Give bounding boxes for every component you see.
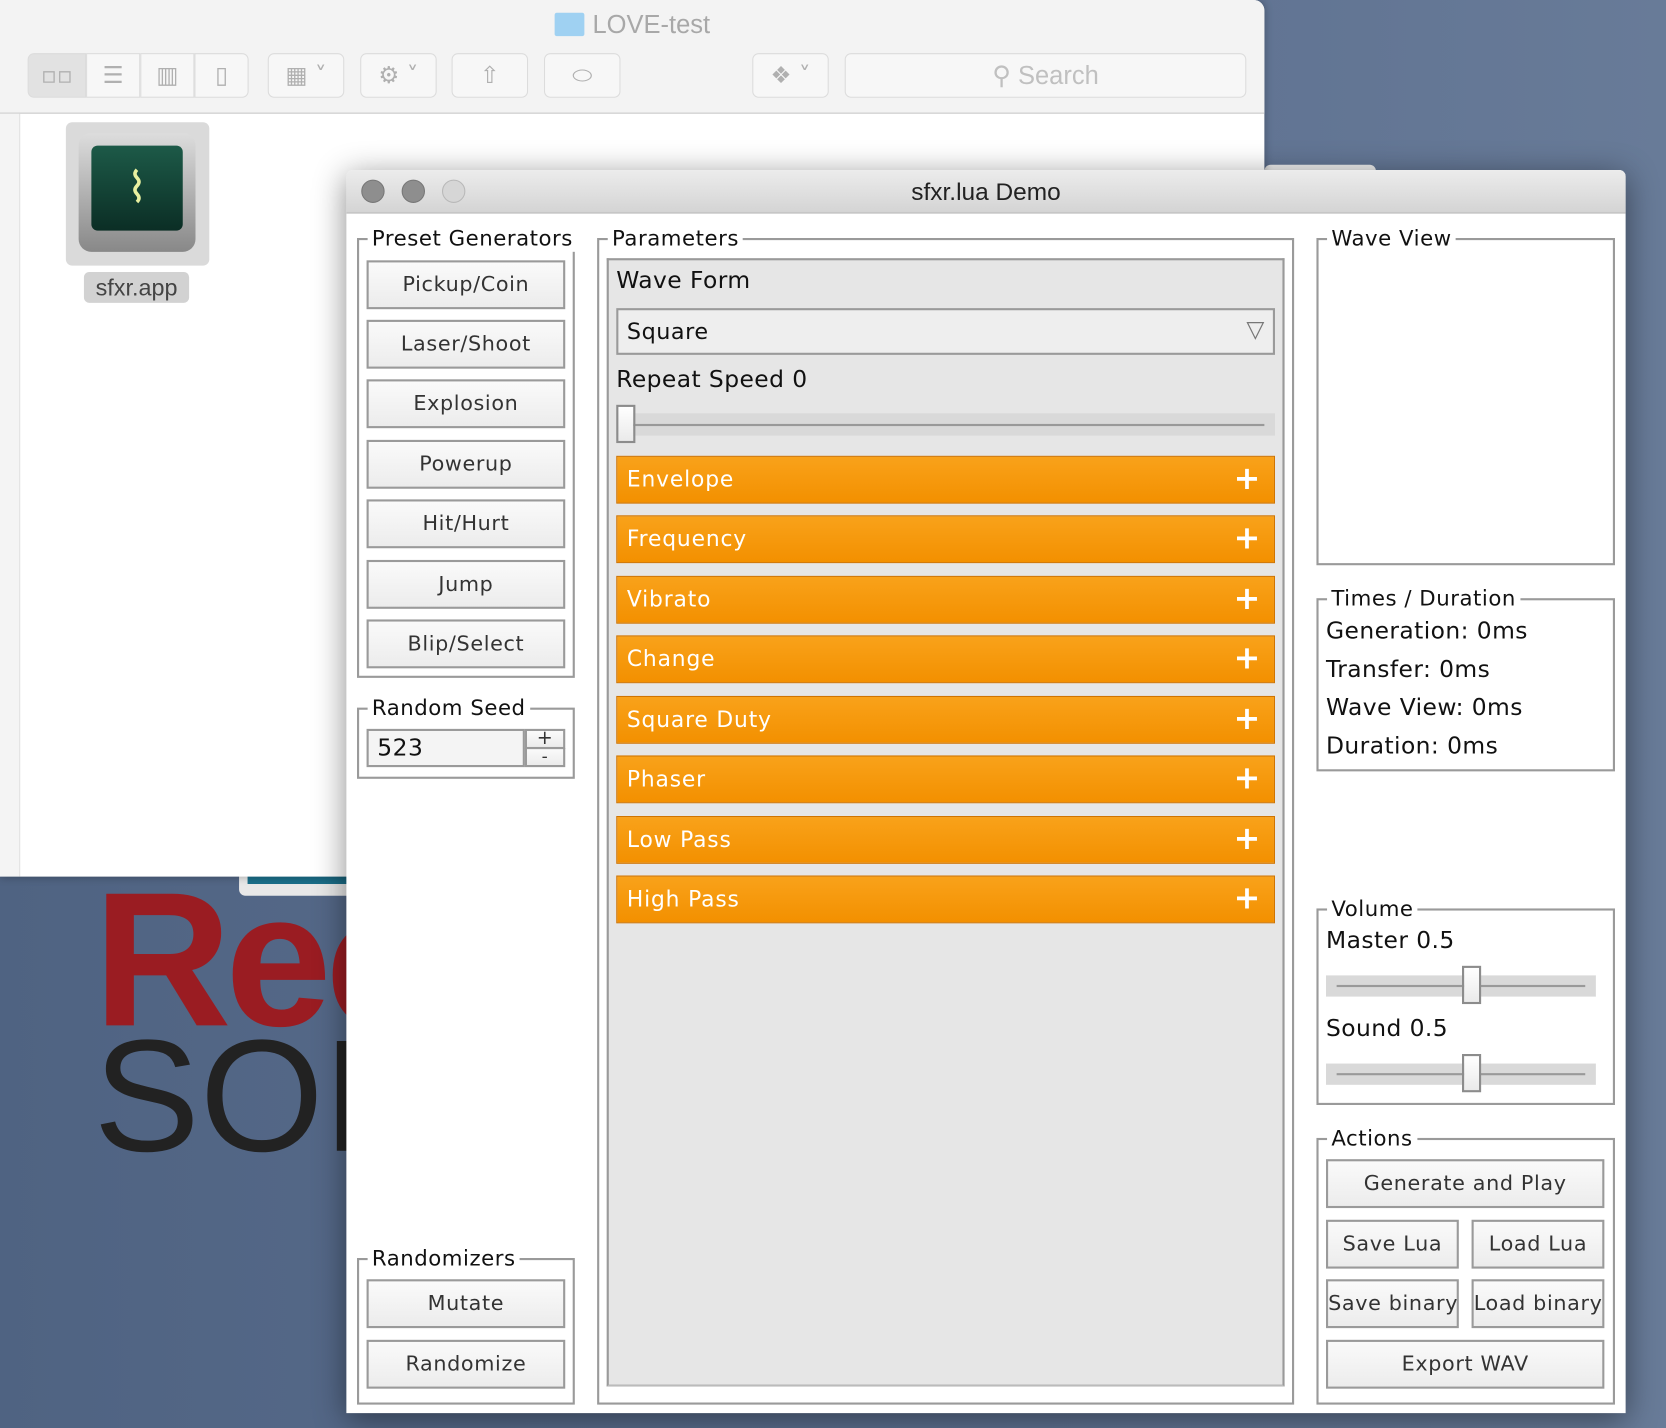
section-high-pass[interactable]: High Pass + bbox=[616, 875, 1275, 924]
group-legend: Actions bbox=[1327, 1124, 1417, 1152]
slider-track-line bbox=[626, 423, 1265, 426]
desktop: Rec SOF LOVE-test ▫▫ ☰ ▥ ▯ ▦ ˅ ⚙ ˅ ⇧ ⬭ ❖… bbox=[0, 0, 1666, 1428]
generate-and-play-button[interactable]: Generate and Play bbox=[1326, 1159, 1605, 1209]
generation-time: Generation: 0ms bbox=[1326, 618, 1528, 645]
window-title: sfxr.lua Demo bbox=[911, 177, 1061, 206]
transfer-time: Transfer: 0ms bbox=[1326, 656, 1491, 684]
waveform-selected: Square bbox=[626, 318, 709, 345]
column-view-button[interactable]: ▥ bbox=[140, 53, 195, 98]
seed-increment-button[interactable]: + bbox=[524, 728, 566, 750]
section-label: Frequency bbox=[626, 525, 748, 552]
group-legend: Parameters bbox=[607, 224, 744, 252]
section-square-duty[interactable]: Square Duty + bbox=[616, 695, 1275, 744]
waveform-icon: ⌇ bbox=[91, 145, 183, 231]
preset-explosion-button[interactable]: Explosion bbox=[366, 379, 566, 429]
section-label: Vibrato bbox=[626, 586, 712, 613]
section-change[interactable]: Change + bbox=[616, 635, 1275, 684]
folder-icon bbox=[554, 12, 584, 37]
icon-view-button[interactable]: ▫▫ bbox=[27, 53, 87, 98]
section-phaser[interactable]: Phaser + bbox=[616, 755, 1275, 804]
chevron-down-icon: ▽ bbox=[1246, 316, 1265, 344]
slider-thumb[interactable] bbox=[1462, 1054, 1482, 1093]
wave-view-time: Wave View: 0ms bbox=[1326, 694, 1523, 722]
tag-icon[interactable]: ⬭ bbox=[544, 53, 621, 98]
finder-sidebar bbox=[0, 113, 21, 877]
finder-title-text: LOVE-test bbox=[592, 10, 711, 40]
section-low-pass[interactable]: Low Pass + bbox=[616, 816, 1275, 864]
randomize-button[interactable]: Randomize bbox=[366, 1339, 566, 1389]
search-placeholder: Search bbox=[1017, 61, 1099, 91]
repeat-speed-slider[interactable] bbox=[616, 404, 1275, 444]
plus-icon[interactable]: + bbox=[1234, 577, 1262, 622]
plus-icon[interactable]: + bbox=[1234, 757, 1262, 802]
section-vibrato[interactable]: Vibrato + bbox=[616, 575, 1275, 624]
file-label[interactable]: sfxr.app bbox=[83, 272, 190, 303]
finder-toolbar: LOVE-test ▫▫ ☰ ▥ ▯ ▦ ˅ ⚙ ˅ ⇧ ⬭ ❖ ˅ ⚲ Sea… bbox=[0, 0, 1265, 114]
plus-icon[interactable]: + bbox=[1234, 457, 1262, 502]
save-lua-button[interactable]: Save Lua bbox=[1326, 1219, 1459, 1269]
load-lua-button[interactable]: Load Lua bbox=[1471, 1219, 1605, 1269]
seed-decrement-button[interactable]: - bbox=[524, 748, 566, 768]
master-volume-label: Master 0.5 bbox=[1326, 927, 1455, 955]
group-legend: Randomizers bbox=[367, 1244, 520, 1272]
plus-icon[interactable]: + bbox=[1234, 877, 1262, 922]
search-icon: ⚲ bbox=[992, 61, 1018, 91]
group-legend: Times / Duration bbox=[1327, 584, 1521, 612]
sfxr-app-icon[interactable]: ⌇ bbox=[65, 122, 210, 266]
plus-icon[interactable]: + bbox=[1234, 817, 1262, 862]
section-label: Phaser bbox=[626, 766, 706, 792]
master-volume-slider[interactable] bbox=[1326, 965, 1596, 1005]
preset-hit-hurt-button[interactable]: Hit/Hurt bbox=[366, 499, 566, 549]
preset-powerup-button[interactable]: Powerup bbox=[366, 439, 566, 489]
group-legend: Random Seed bbox=[367, 693, 530, 722]
waveform-dropdown[interactable]: Square ▽ bbox=[616, 308, 1275, 355]
preset-blip-select-button[interactable]: Blip/Select bbox=[366, 619, 566, 669]
group-legend: Wave View bbox=[1327, 224, 1456, 252]
plus-icon[interactable]: + bbox=[1234, 516, 1262, 561]
wave-view-group: Wave View bbox=[1316, 224, 1615, 566]
preset-laser-shoot-button[interactable]: Laser/Shoot bbox=[366, 319, 566, 369]
section-frequency[interactable]: Frequency + bbox=[616, 515, 1275, 564]
preset-jump-button[interactable]: Jump bbox=[366, 559, 566, 609]
slider-track-line bbox=[1336, 984, 1586, 988]
section-label: Envelope bbox=[626, 466, 735, 492]
section-label: Square Duty bbox=[626, 706, 772, 733]
title-bar: sfxr.lua Demo bbox=[346, 170, 1626, 214]
section-label: High Pass bbox=[626, 886, 740, 912]
section-label: Low Pass bbox=[626, 826, 732, 853]
section-label: Change bbox=[626, 646, 716, 672]
gear-icon[interactable]: ⚙ ˅ bbox=[360, 53, 437, 98]
group-legend: Preset Generators bbox=[367, 224, 578, 252]
plus-icon[interactable]: + bbox=[1234, 697, 1262, 742]
waveform-label: Wave Form bbox=[616, 267, 751, 295]
slider-thumb[interactable] bbox=[1462, 965, 1482, 1005]
gallery-view-button[interactable]: ▯ bbox=[194, 53, 249, 98]
finder-title: LOVE-test bbox=[0, 11, 1264, 41]
sound-volume-label: Sound 0.5 bbox=[1326, 1015, 1449, 1043]
group-legend: Volume bbox=[1327, 894, 1418, 923]
load-binary-button[interactable]: Load binary bbox=[1471, 1279, 1605, 1329]
preset-pickup-coin-button[interactable]: Pickup/Coin bbox=[366, 260, 566, 310]
plus-icon[interactable]: + bbox=[1234, 636, 1262, 681]
seed-input[interactable]: 523 bbox=[366, 728, 525, 768]
sound-volume-slider[interactable] bbox=[1326, 1054, 1596, 1093]
group-by-button[interactable]: ▦ ˅ bbox=[267, 53, 345, 98]
search-input[interactable]: ⚲ Search bbox=[844, 53, 1247, 98]
share-icon[interactable]: ⇧ bbox=[451, 53, 529, 98]
duration-time: Duration: 0ms bbox=[1326, 733, 1499, 760]
list-view-button[interactable]: ☰ bbox=[86, 53, 141, 98]
export-wav-button[interactable]: Export WAV bbox=[1326, 1339, 1605, 1389]
save-binary-button[interactable]: Save binary bbox=[1326, 1279, 1459, 1329]
dropbox-icon[interactable]: ❖ ˅ bbox=[752, 53, 829, 98]
section-envelope[interactable]: Envelope + bbox=[616, 455, 1275, 504]
mutate-button[interactable]: Mutate bbox=[366, 1279, 566, 1329]
slider-track-line bbox=[1336, 1073, 1586, 1076]
slider-thumb[interactable] bbox=[616, 404, 636, 444]
repeat-speed-label: Repeat Speed 0 bbox=[616, 366, 808, 394]
